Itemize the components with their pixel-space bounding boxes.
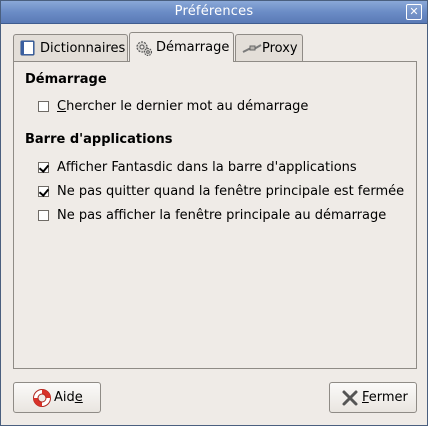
close-x-icon [340, 388, 360, 408]
tab-label: Dictionnaires [40, 40, 126, 56]
option-label: Afficher Fantasdic dans la barre d'appli… [57, 160, 357, 175]
checkbox[interactable] [38, 101, 49, 112]
startup-section-title: Démarrage [25, 72, 107, 87]
help-button-label: Aide [54, 390, 83, 405]
option-label: Ne pas afficher la fenêtre principale au… [57, 208, 387, 223]
option-label: Chercher le dernier mot au démarrage [57, 99, 309, 114]
tab-panel-demarrage: Démarrage Chercher le dernier mot au dém… [13, 61, 417, 369]
gears-icon [135, 39, 153, 57]
checkbox[interactable] [38, 186, 49, 197]
network-plug-icon [241, 39, 262, 57]
checkbox[interactable] [38, 162, 49, 173]
option-keep-running[interactable]: Ne pas quitter quand la fenêtre principa… [38, 184, 404, 199]
checkbox[interactable] [38, 210, 49, 221]
window-close-button[interactable]: ✕ [406, 4, 422, 20]
appbar-section-title: Barre d'applications [25, 132, 173, 147]
option-show-in-tray[interactable]: Afficher Fantasdic dans la barre d'appli… [38, 160, 357, 175]
tab-dictionnaires[interactable]: Dictionnaires [13, 34, 128, 61]
window-title: Préférences [174, 4, 254, 19]
tab-label: Proxy [262, 40, 298, 56]
option-search-last-word[interactable]: Chercher le dernier mot au démarrage [38, 99, 308, 114]
tab-proxy[interactable]: Proxy [235, 34, 303, 61]
close-button-label: Fermer [362, 390, 408, 405]
help-button[interactable]: Aide [13, 382, 101, 413]
title-bar[interactable]: Préférences ✕ [1, 1, 427, 24]
tab-demarrage[interactable]: Démarrage [129, 32, 234, 62]
dictionary-icon [19, 39, 37, 57]
option-hide-main-window[interactable]: Ne pas afficher la fenêtre principale au… [38, 208, 386, 223]
option-label: Ne pas quitter quand la fenêtre principa… [57, 184, 405, 199]
tab-label: Démarrage [156, 40, 230, 55]
preferences-dialog: Préférences ✕ Dictionnaires Démarrage Pr… [0, 0, 428, 426]
lifebuoy-icon [32, 388, 52, 408]
close-button[interactable]: Fermer [329, 382, 417, 413]
